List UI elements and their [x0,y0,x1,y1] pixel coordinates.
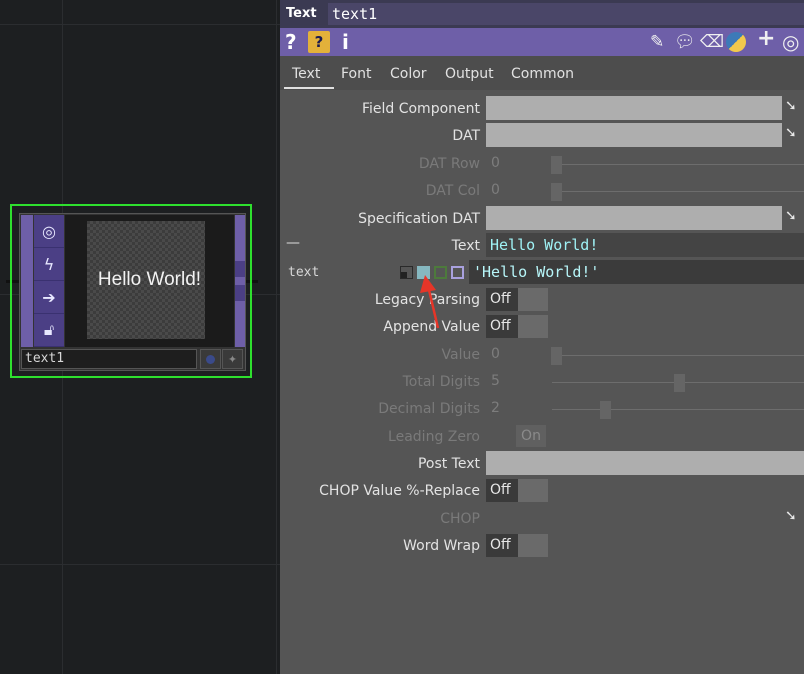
arrow-shaft [427,289,440,329]
annotation-arrow [420,275,440,329]
arrow-head [420,275,436,293]
